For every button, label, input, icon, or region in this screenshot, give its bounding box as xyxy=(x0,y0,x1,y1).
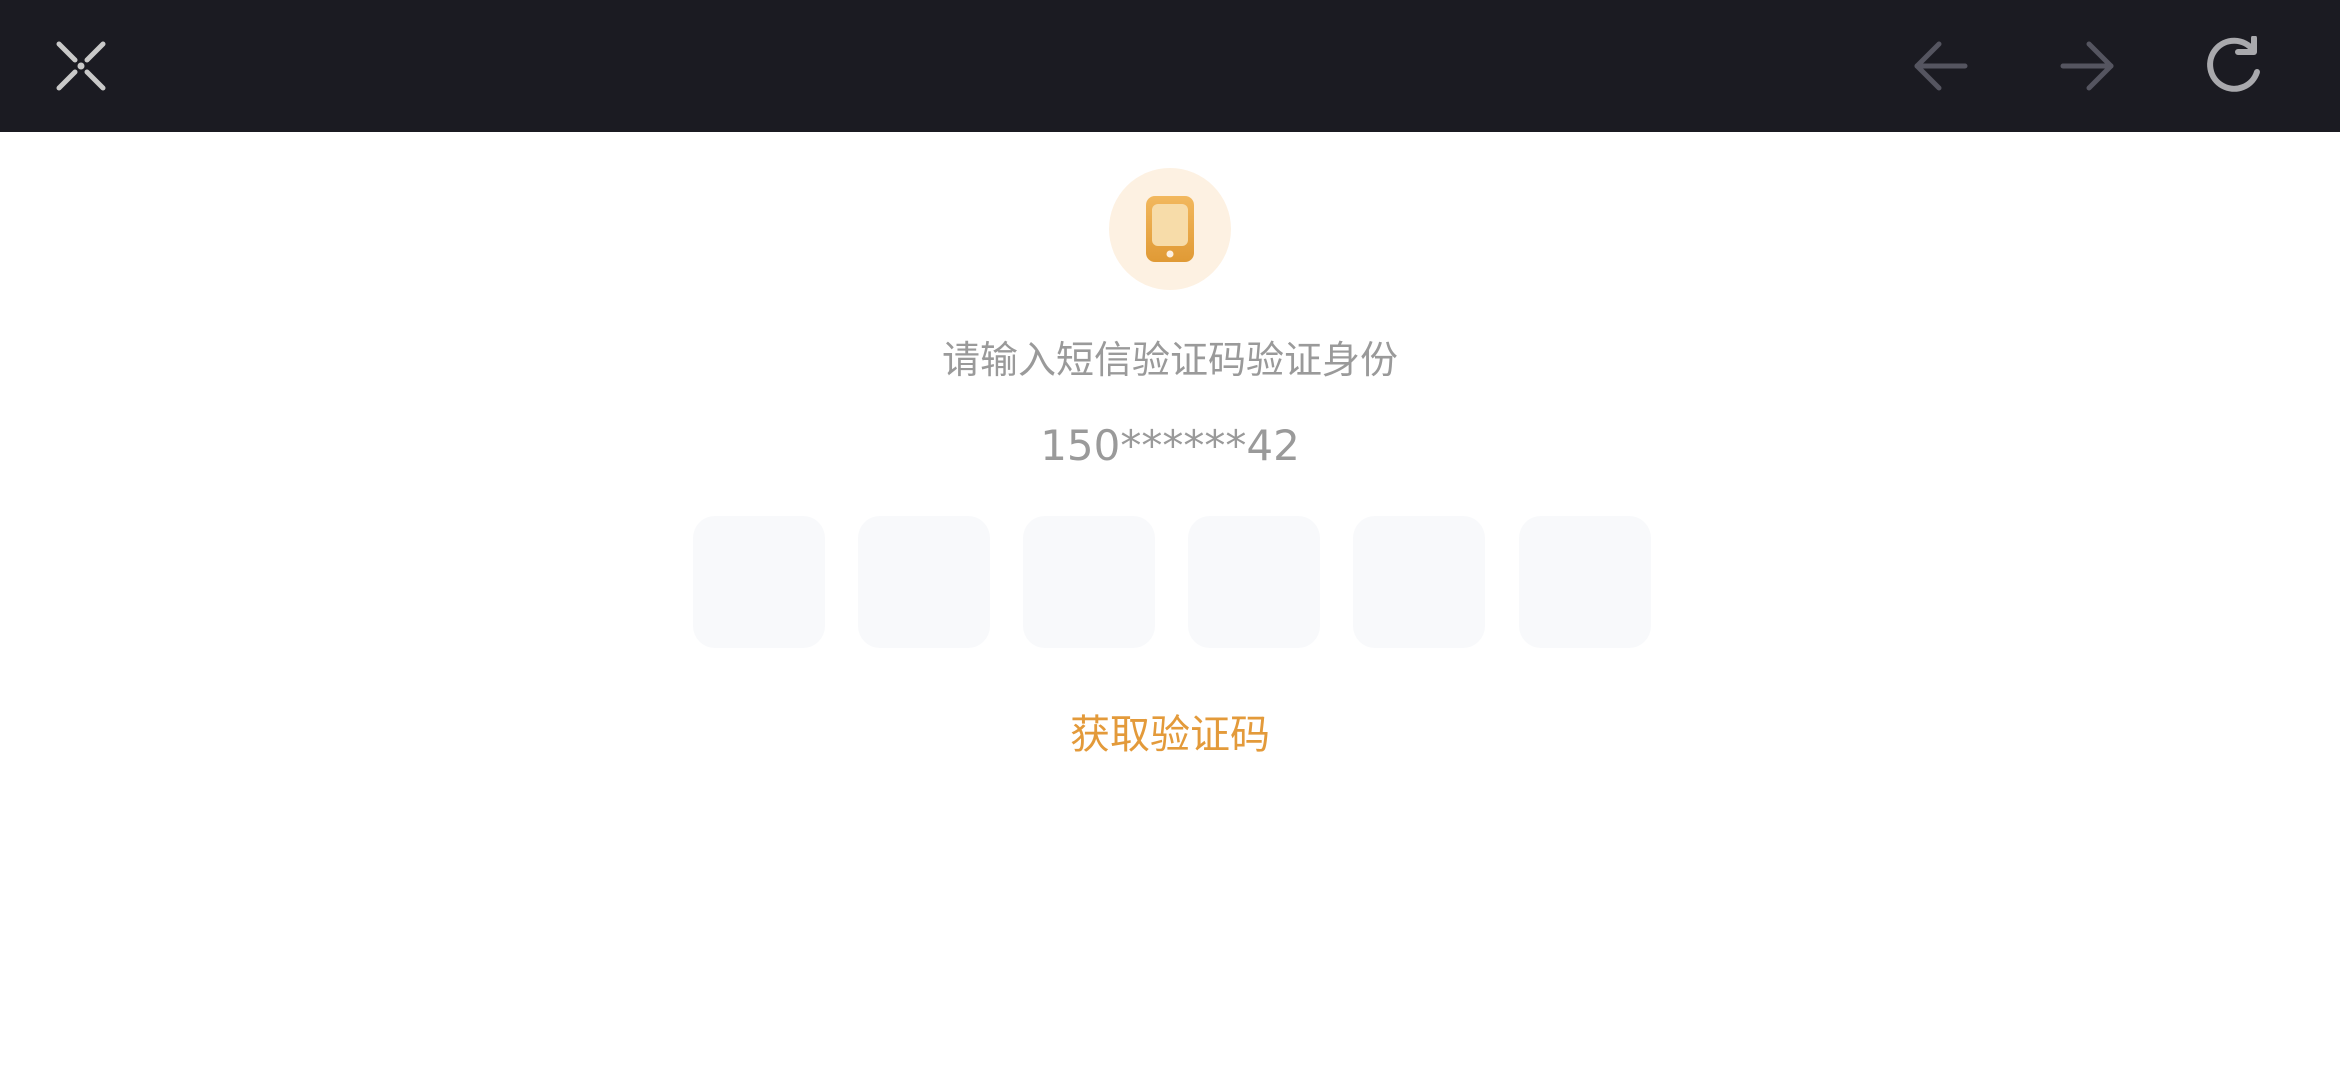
get-code-button[interactable]: 获取验证码 xyxy=(1070,712,1270,758)
close-icon xyxy=(56,41,106,91)
sms-code-digit-4[interactable] xyxy=(1188,516,1320,648)
verification-title: 请输入短信验证码验证身份 xyxy=(941,338,1398,382)
masked-phone-number: 150******42 xyxy=(1040,421,1300,470)
forward-button[interactable] xyxy=(2047,26,2127,106)
sms-code-digit-6[interactable] xyxy=(1519,516,1651,648)
sms-code-input-row xyxy=(693,516,1651,648)
phone-icon xyxy=(1146,196,1194,262)
reload-icon xyxy=(2207,36,2260,92)
top-toolbar xyxy=(0,0,2340,132)
sms-code-digit-2[interactable] xyxy=(858,516,990,648)
sms-code-digit-3[interactable] xyxy=(1023,516,1155,648)
close-button[interactable] xyxy=(41,26,121,106)
verification-panel: 请输入短信验证码验证身份 150******42 获取验证码 xyxy=(0,132,2340,1080)
arrow-right-icon xyxy=(2060,41,2114,91)
get-code-row: 获取验证码 xyxy=(0,706,2340,764)
sms-code-digit-1[interactable] xyxy=(693,516,825,648)
reload-button[interactable] xyxy=(2194,26,2274,106)
sms-code-digit-5[interactable] xyxy=(1353,516,1485,648)
back-button[interactable] xyxy=(1901,26,1981,106)
arrow-left-icon xyxy=(1914,41,1968,91)
phone-badge xyxy=(1109,168,1231,290)
